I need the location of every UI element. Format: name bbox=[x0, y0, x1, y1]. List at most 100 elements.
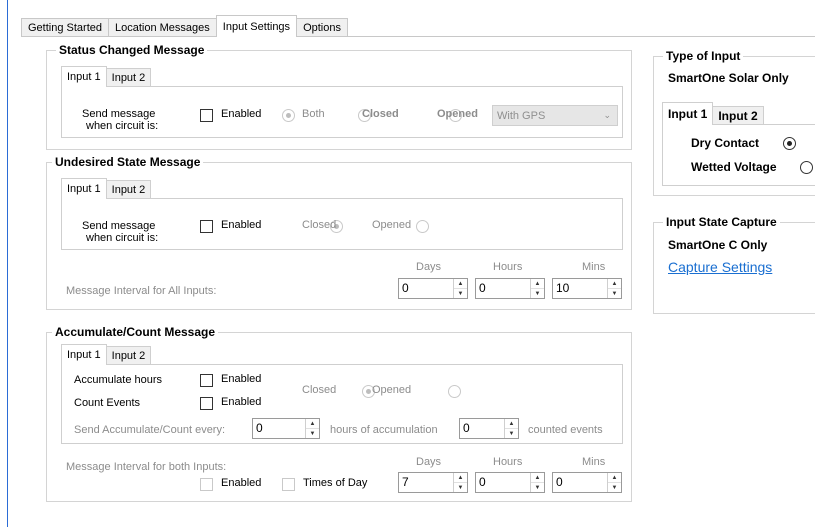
status-changed-subtabs: Input 1 Input 2 bbox=[61, 66, 152, 87]
type-of-input-title: Type of Input bbox=[663, 49, 744, 63]
send-every-label: Send Accumulate/Count every: bbox=[74, 424, 226, 436]
undesired-mins-label: Mins bbox=[582, 261, 606, 273]
type-of-input-tab-input-1[interactable]: Input 1 bbox=[662, 102, 714, 125]
stepper-up-icon[interactable]: ▲ bbox=[531, 279, 544, 289]
status-changed-title: Status Changed Message bbox=[56, 43, 208, 57]
type-of-input-panel bbox=[662, 124, 815, 186]
undesired-enabled-checkbox[interactable] bbox=[200, 220, 213, 233]
stepper-down-icon[interactable]: ▼ bbox=[454, 483, 467, 492]
tab-getting-started[interactable]: Getting Started bbox=[21, 18, 109, 37]
status-changed-enabled-checkbox[interactable] bbox=[200, 109, 213, 122]
stepper-up-icon[interactable]: ▲ bbox=[454, 473, 467, 483]
accumulate-days-value: 7 bbox=[402, 475, 409, 489]
type-of-input-subtitle: SmartOne Solar Only bbox=[668, 71, 789, 85]
undesired-enabled-label: Enabled bbox=[221, 219, 262, 231]
undesired-tab-input-2[interactable]: Input 2 bbox=[105, 180, 152, 199]
stepper-up-icon[interactable]: ▲ bbox=[454, 279, 467, 289]
stepper-down-icon[interactable]: ▼ bbox=[454, 289, 467, 298]
stepper-up-icon[interactable]: ▲ bbox=[531, 473, 544, 483]
accumulate-tab-input-1[interactable]: Input 1 bbox=[61, 344, 107, 365]
wetted-voltage-label: Wetted Voltage bbox=[691, 160, 777, 174]
undesired-mins-stepper[interactable]: 10 ▲ ▼ bbox=[552, 278, 622, 299]
dry-contact-label: Dry Contact bbox=[691, 136, 760, 150]
send-every-stepper[interactable]: 0 ▲ ▼ bbox=[252, 418, 320, 439]
count-events-checkbox[interactable] bbox=[200, 397, 213, 410]
accumulate-mins-stepper[interactable]: 0 ▲ ▼ bbox=[552, 472, 622, 493]
counted-events-stepper[interactable]: 0 ▲ ▼ bbox=[459, 418, 519, 439]
accumulate-hours-col-label: Hours bbox=[493, 456, 523, 468]
capture-settings-link[interactable]: Capture Settings bbox=[668, 259, 772, 275]
wetted-voltage-radio[interactable] bbox=[799, 161, 813, 174]
accumulate-days-label: Days bbox=[416, 456, 442, 468]
accumulate-tab-input-2[interactable]: Input 2 bbox=[105, 346, 152, 365]
stepper-down-icon[interactable]: ▼ bbox=[531, 483, 544, 492]
tab-options[interactable]: Options bbox=[296, 18, 348, 37]
status-changed-tab-input-2[interactable]: Input 2 bbox=[105, 68, 152, 87]
status-changed-label-line1: Send message bbox=[82, 108, 156, 120]
accumulate-hours-stepper[interactable]: 0 ▲ ▼ bbox=[475, 472, 545, 493]
accumulate-mins-value: 0 bbox=[556, 475, 563, 489]
hours-of-accumulation-label: hours of accumulation bbox=[330, 424, 438, 436]
accumulate-interval-label: Message Interval for both Inputs: bbox=[66, 461, 227, 473]
undesired-days-value: 0 bbox=[402, 281, 409, 295]
status-changed-both-radio[interactable] bbox=[282, 109, 295, 122]
main-tabs: Getting Started Location Messages Input … bbox=[21, 15, 348, 37]
status-changed-enabled-label: Enabled bbox=[221, 108, 262, 120]
status-changed-label-line2: when circuit is: bbox=[86, 120, 159, 132]
undesired-days-stepper[interactable]: 0 ▲ ▼ bbox=[398, 278, 468, 299]
type-of-input-subtabs: Input 1 Input 2 bbox=[662, 102, 764, 125]
state-capture-subtitle: SmartOne C Only bbox=[668, 238, 768, 252]
accumulate-mins-label: Mins bbox=[582, 456, 606, 468]
status-changed-both-label: Both bbox=[302, 108, 325, 120]
send-every-value: 0 bbox=[256, 421, 263, 435]
times-of-day-label: Times of Day bbox=[303, 477, 368, 489]
accumulate-interval-enabled-checkbox[interactable] bbox=[200, 478, 213, 491]
counted-events-label: counted events bbox=[528, 424, 603, 436]
undesired-opened-label: Opened bbox=[372, 219, 412, 231]
stepper-up-icon[interactable]: ▲ bbox=[608, 473, 621, 483]
type-of-input-tab-input-2[interactable]: Input 2 bbox=[712, 106, 764, 125]
status-changed-closed-label: Closed bbox=[362, 108, 399, 120]
tab-input-settings[interactable]: Input Settings bbox=[215, 15, 298, 37]
state-capture-title: Input State Capture bbox=[663, 215, 780, 229]
status-changed-tab-input-1[interactable]: Input 1 bbox=[61, 66, 107, 87]
tab-location-messages[interactable]: Location Messages bbox=[108, 18, 217, 37]
gps-select-value: With GPS bbox=[497, 109, 546, 122]
accumulate-days-stepper[interactable]: 7 ▲ ▼ bbox=[398, 472, 468, 493]
count-events-enabled-label: Enabled bbox=[221, 396, 262, 408]
undesired-hours-value: 0 bbox=[479, 281, 486, 295]
accumulate-hours-enabled-label: Enabled bbox=[221, 373, 262, 385]
stepper-up-icon[interactable]: ▲ bbox=[608, 279, 621, 289]
accumulate-hours-checkbox[interactable] bbox=[200, 374, 213, 387]
stepper-down-icon[interactable]: ▼ bbox=[531, 289, 544, 298]
undesired-mins-value: 10 bbox=[556, 281, 570, 295]
undesired-hours-label: Hours bbox=[493, 261, 523, 273]
window-edge bbox=[7, 0, 8, 527]
count-events-label: Count Events bbox=[74, 397, 141, 409]
stepper-down-icon[interactable]: ▼ bbox=[505, 429, 518, 438]
gps-select[interactable]: With GPS ⌄ bbox=[492, 105, 618, 126]
status-changed-opened-label: Opened bbox=[437, 108, 478, 120]
chevron-down-icon: ⌄ bbox=[603, 110, 611, 120]
stepper-up-icon[interactable]: ▲ bbox=[306, 419, 319, 429]
undesired-hours-stepper[interactable]: 0 ▲ ▼ bbox=[475, 278, 545, 299]
undesired-title: Undesired State Message bbox=[52, 155, 204, 169]
undesired-days-label: Days bbox=[416, 261, 442, 273]
undesired-interval-label: Message Interval for All Inputs: bbox=[66, 285, 217, 297]
tab-panel-border bbox=[21, 36, 815, 37]
status-changed-label: Send message when circuit is: bbox=[82, 108, 158, 132]
undesired-tab-input-1[interactable]: Input 1 bbox=[61, 178, 107, 199]
accumulate-hours-value: 0 bbox=[479, 475, 486, 489]
stepper-up-icon[interactable]: ▲ bbox=[505, 419, 518, 429]
times-of-day-checkbox[interactable] bbox=[282, 478, 295, 491]
accumulate-interval-enabled-label: Enabled bbox=[221, 477, 262, 489]
stepper-down-icon[interactable]: ▼ bbox=[608, 483, 621, 492]
undesired-label-line2: when circuit is: bbox=[86, 232, 159, 244]
accumulate-closed-label: Closed bbox=[302, 384, 337, 396]
undesired-closed-label: Closed bbox=[302, 219, 337, 231]
stepper-down-icon[interactable]: ▼ bbox=[306, 429, 319, 438]
accumulate-opened-label: Opened bbox=[372, 384, 412, 396]
accumulate-hours-label: Accumulate hours bbox=[74, 374, 163, 386]
accumulate-title: Accumulate/Count Message bbox=[52, 325, 219, 339]
stepper-down-icon[interactable]: ▼ bbox=[608, 289, 621, 298]
